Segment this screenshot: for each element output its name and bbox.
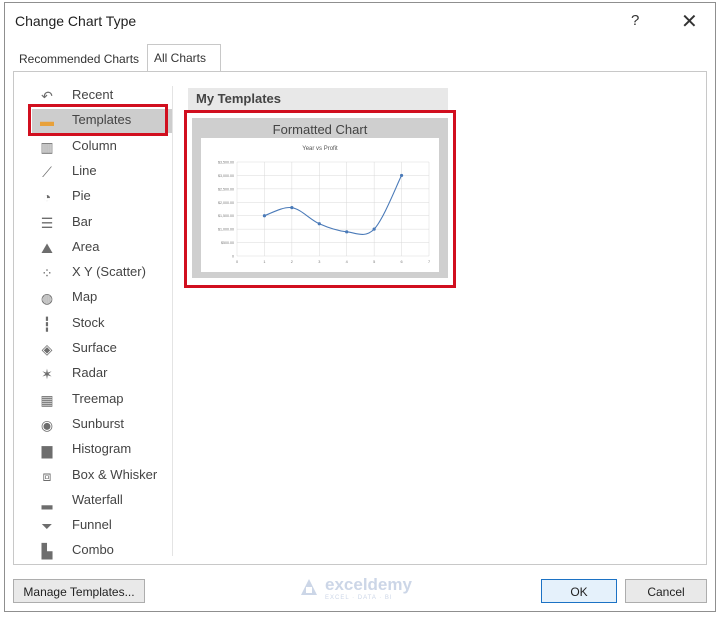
sidebar-item-label: Bar bbox=[72, 213, 93, 229]
ok-button[interactable]: OK bbox=[541, 579, 617, 603]
sidebar-item-label: Box & Whisker bbox=[72, 466, 158, 482]
sidebar-item-funnel[interactable]: ⏷ Funnel bbox=[32, 514, 172, 538]
sidebar-item-label: Column bbox=[72, 137, 117, 153]
sidebar-item-surface[interactable]: ◈ Surface bbox=[32, 337, 172, 361]
sidebar-item-line[interactable]: ⟋ Line bbox=[32, 160, 172, 184]
templates-highlight-box bbox=[28, 104, 168, 136]
title-bar: Change Chart Type ? ✕ bbox=[5, 3, 715, 39]
treemap-chart-icon: ▦ bbox=[40, 391, 54, 408]
sidebar-item-x-y-scatter[interactable]: ⁘ X Y (Scatter) bbox=[32, 261, 172, 285]
sidebar-item-label: Stock bbox=[72, 314, 105, 330]
sidebar-item-label: Histogram bbox=[72, 441, 132, 457]
waterfall-chart-icon: ▂ bbox=[41, 492, 53, 509]
surface-chart-icon: ◈ bbox=[41, 341, 53, 357]
sidebar-item-treemap[interactable]: ▦ Treemap bbox=[32, 388, 172, 412]
my-templates-header: My Templates bbox=[188, 88, 448, 110]
sidebar-item-bar[interactable]: ☰ Bar bbox=[32, 211, 172, 235]
sidebar-item-column[interactable]: ▥ Column bbox=[32, 135, 172, 159]
sidebar-item-area[interactable]: ⛰ Area bbox=[32, 236, 172, 260]
exceldemy-watermark: exceldemy EXCEL · DATA · BI bbox=[297, 575, 427, 605]
sidebar-item-label: Map bbox=[72, 289, 98, 305]
cancel-button[interactable]: Cancel bbox=[625, 579, 707, 603]
watermark-name: exceldemy bbox=[325, 575, 412, 594]
sidebar-item-label: Area bbox=[72, 238, 100, 254]
sidebar-item-label: Recent bbox=[72, 87, 114, 102]
sidebar-item-label: Radar bbox=[72, 365, 108, 381]
scatter-chart-icon: ⁘ bbox=[41, 265, 53, 282]
sidebar-item-box-whisker[interactable]: ⧈ Box & Whisker bbox=[32, 464, 172, 488]
sidebar-item-label: Sunburst bbox=[72, 415, 125, 431]
sidebar-item-waterfall[interactable]: ▂ Waterfall bbox=[32, 489, 172, 513]
sidebar-item-label: Combo bbox=[72, 542, 114, 558]
combo-chart-icon: ▙ bbox=[41, 543, 53, 560]
manage-templates-button[interactable]: Manage Templates... bbox=[13, 579, 145, 603]
sidebar-item-label: Treemap bbox=[72, 390, 124, 406]
histogram-chart-icon: ▆ bbox=[41, 442, 53, 459]
sunburst-chart-icon: ◉ bbox=[40, 416, 54, 433]
template-highlight-box bbox=[184, 110, 456, 288]
sidebar-item-combo[interactable]: ▙ Combo bbox=[32, 539, 172, 563]
dialog-footer: Manage Templates... exceldemy EXCEL · DA… bbox=[5, 569, 715, 609]
sidebar-item-pie[interactable]: ◔ Pie bbox=[32, 185, 172, 209]
sidebar-item-label: Line bbox=[72, 162, 97, 178]
area-chart-icon: ⛰ bbox=[41, 239, 53, 256]
close-icon[interactable]: ✕ bbox=[681, 9, 698, 34]
funnel-chart-icon: ⏷ bbox=[41, 518, 53, 535]
sidebar-item-sunburst[interactable]: ◉ Sunburst bbox=[32, 413, 172, 437]
exceldemy-logo-icon bbox=[301, 579, 317, 595]
bar-chart-icon: ☰ bbox=[40, 214, 54, 231]
column-chart-icon: ▥ bbox=[40, 138, 54, 155]
stock-chart-icon: ┇ bbox=[42, 315, 52, 332]
pie-chart-icon: ◔ bbox=[42, 189, 52, 206]
sidebar-divider bbox=[172, 86, 173, 556]
sidebar-item-histogram[interactable]: ▆ Histogram bbox=[32, 438, 172, 462]
map-chart-icon: ◍ bbox=[40, 290, 54, 307]
help-icon[interactable]: ? bbox=[631, 12, 639, 29]
sidebar-item-label: Waterfall bbox=[72, 491, 123, 507]
dialog-title: Change Chart Type bbox=[15, 13, 137, 29]
sidebar-item-label: Funnel bbox=[72, 517, 112, 533]
tab-recommended-charts[interactable]: Recommended Charts bbox=[13, 47, 151, 72]
tab-content-panel: ↶ Recent ▬ Templates ▥ Column ⟋ Line ◔ Pie ☰ Bar ⛰ Ar… bbox=[13, 71, 707, 565]
box-whisker-chart-icon: ⧈ bbox=[42, 467, 52, 484]
change-chart-type-dialog: Change Chart Type ? ✕ Recommended Charts… bbox=[4, 2, 716, 612]
my-templates-title: My Templates bbox=[196, 91, 282, 106]
radar-chart-icon: ✶ bbox=[41, 366, 53, 383]
recent-icon: ↶ bbox=[41, 88, 53, 104]
sidebar-item-radar[interactable]: ✶ Radar bbox=[32, 362, 172, 386]
sidebar-item-map[interactable]: ◍ Map bbox=[32, 286, 172, 310]
line-chart-icon: ⟋ bbox=[42, 163, 52, 180]
sidebar-item-stock[interactable]: ┇ Stock bbox=[32, 312, 172, 336]
sidebar-item-label: Surface bbox=[72, 340, 117, 355]
tab-all-charts[interactable]: All Charts bbox=[147, 44, 221, 73]
sidebar-item-label: Pie bbox=[72, 188, 91, 204]
sidebar-item-label: X Y (Scatter) bbox=[72, 264, 146, 280]
watermark-tagline: EXCEL · DATA · BI bbox=[325, 595, 393, 601]
